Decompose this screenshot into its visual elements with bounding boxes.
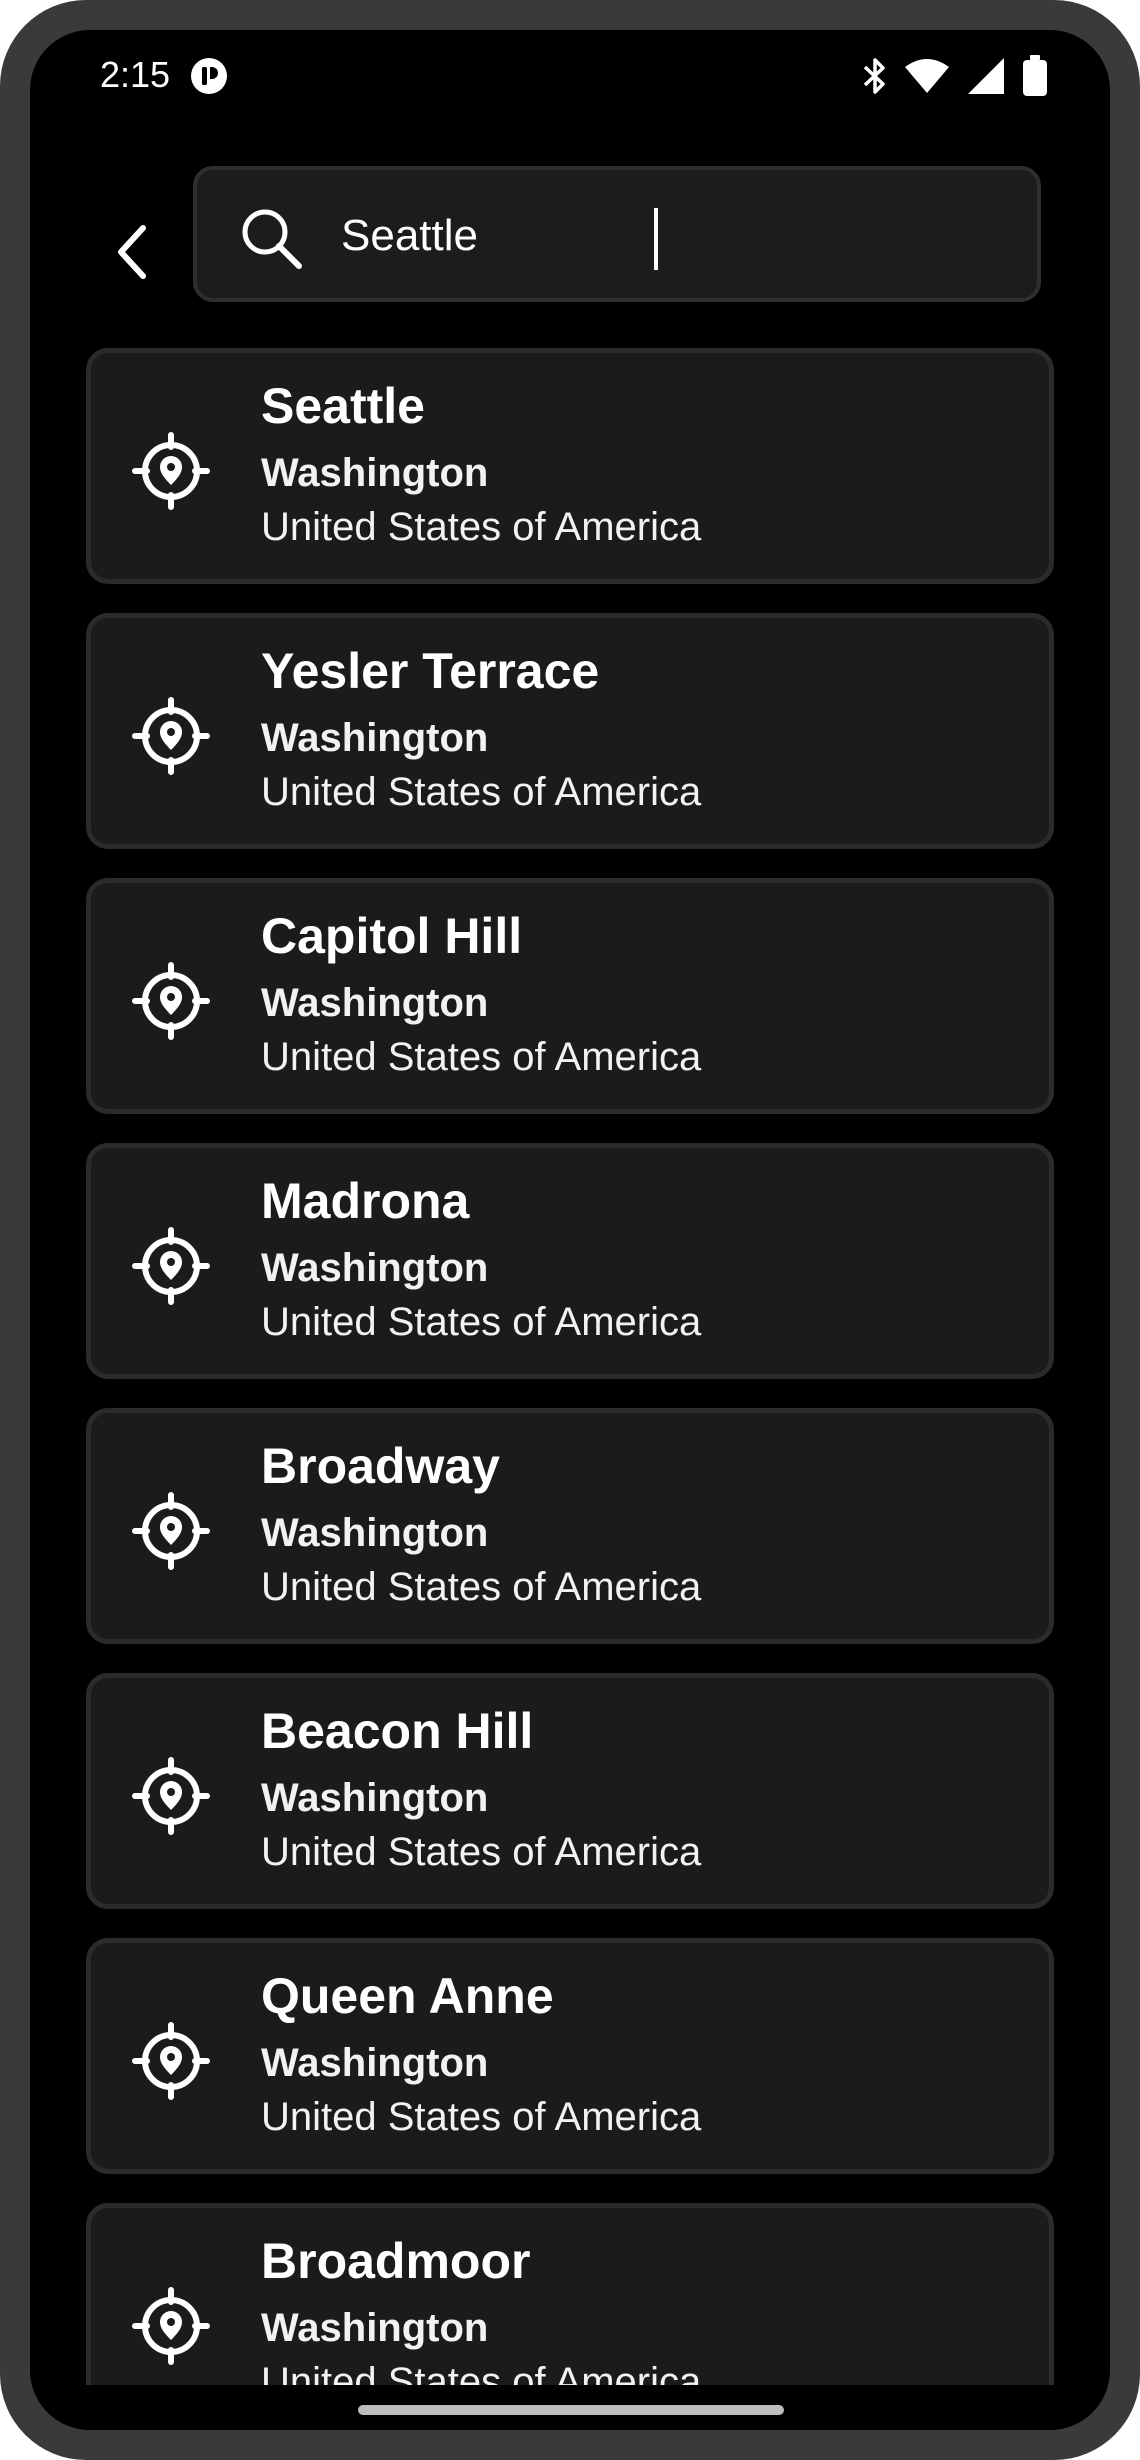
result-country: United States of America: [261, 1300, 702, 1344]
app-notification-icon: [191, 58, 227, 94]
gesture-nav-handle[interactable]: [358, 2405, 784, 2415]
screen: 2:15 Seattle Seattle Washington United S…: [30, 30, 1110, 2430]
search-bar[interactable]: [193, 166, 1041, 302]
location-target-icon: [132, 1227, 210, 1305]
bluetooth-icon: [863, 58, 885, 94]
search-icon: [242, 209, 302, 269]
result-card[interactable]: Queen Anne Washington United States of A…: [86, 1938, 1054, 2174]
battery-icon: [1023, 55, 1047, 96]
result-region: Washington: [261, 1511, 489, 1555]
status-icons: [862, 54, 1048, 98]
result-country: United States of America: [261, 2095, 702, 2139]
wifi-icon: [905, 59, 949, 93]
result-name: Capitol Hill: [261, 908, 523, 964]
result-name: Seattle: [261, 378, 425, 434]
text-cursor: [654, 208, 658, 270]
result-region: Washington: [261, 1776, 489, 1820]
cell-signal-icon: [968, 58, 1004, 94]
result-region: Washington: [261, 981, 489, 1025]
result-card[interactable]: Beacon Hill Washington United States of …: [86, 1673, 1054, 1909]
result-card[interactable]: Capitol Hill Washington United States of…: [86, 878, 1054, 1114]
result-country: United States of America: [261, 1565, 702, 1609]
back-button[interactable]: [82, 202, 182, 302]
result-region: Washington: [261, 2041, 489, 2085]
status-time: 2:15: [100, 54, 171, 95]
back-arrow-icon: [118, 225, 146, 279]
status-bar: 2:15: [30, 30, 1110, 120]
result-region: Washington: [261, 451, 489, 495]
result-card[interactable]: Broadway Washington United States of Ame…: [86, 1408, 1054, 1644]
result-country: United States of America: [261, 1035, 702, 1079]
location-target-icon: [132, 432, 210, 510]
result-name: Madrona: [261, 1173, 470, 1229]
location-target-icon: [132, 962, 210, 1040]
result-card[interactable]: Seattle Washington United States of Amer…: [86, 348, 1054, 584]
location-target-icon: [132, 1492, 210, 1570]
result-name: Beacon Hill: [261, 1703, 534, 1759]
result-name: Broadmoor: [261, 2233, 531, 2289]
result-name: Broadway: [261, 1438, 500, 1494]
phone-frame: 2:15 Seattle Seattle Washington United S…: [0, 0, 1140, 2460]
location-target-icon: [132, 697, 210, 775]
result-country: United States of America: [261, 1830, 702, 1874]
location-target-icon: [132, 1757, 210, 1835]
result-name: Yesler Terrace: [261, 643, 600, 699]
result-name: Queen Anne: [261, 1968, 554, 2024]
result-region: Washington: [261, 1246, 489, 1290]
result-region: Washington: [261, 716, 489, 760]
result-card[interactable]: Madrona Washington United States of Amer…: [86, 1143, 1054, 1379]
location-target-icon: [132, 2022, 210, 2100]
location-target-icon: [132, 2287, 210, 2365]
result-card[interactable]: Yesler Terrace Washington United States …: [86, 613, 1054, 849]
result-country: United States of America: [261, 505, 702, 549]
search-input[interactable]: [341, 200, 961, 272]
result-country: United States of America: [261, 770, 702, 814]
result-region: Washington: [261, 2306, 489, 2350]
